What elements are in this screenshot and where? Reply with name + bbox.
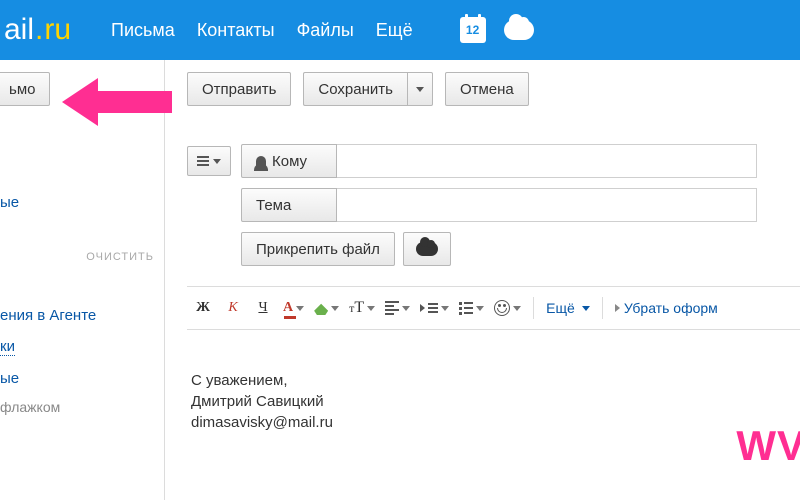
- save-button[interactable]: Сохранить: [303, 72, 407, 106]
- cancel-button[interactable]: Отмена: [445, 72, 529, 106]
- to-field-button[interactable]: Кому: [241, 144, 337, 178]
- compose-button[interactable]: ьмо: [0, 72, 50, 106]
- subject-input[interactable]: [337, 188, 757, 222]
- compose-menu-button[interactable]: [187, 146, 231, 176]
- chevron-down-icon: [582, 306, 590, 311]
- highlight-button[interactable]: [310, 295, 343, 321]
- cloud-icon: [416, 242, 438, 256]
- font-size-button[interactable]: тТ: [345, 295, 379, 321]
- chevron-down-icon: [513, 306, 521, 311]
- list-button[interactable]: [455, 295, 488, 321]
- chevron-down-icon: [296, 306, 304, 311]
- logo-text-left: ail: [4, 13, 34, 47]
- top-nav: Письма Контакты Файлы Ещё 12: [111, 17, 534, 43]
- indent-button[interactable]: [416, 295, 453, 321]
- sidebar-link-plain[interactable]: ые: [0, 370, 156, 387]
- to-label: Кому: [272, 153, 307, 170]
- toolbar-separator: [602, 297, 603, 319]
- signature-line-2: Дмитрий Савицкий: [191, 391, 796, 412]
- subject-label: Тема: [256, 197, 291, 214]
- underline-button[interactable]: Ч: [249, 295, 277, 321]
- logo-text-right: ru: [44, 13, 71, 47]
- smiley-icon: [494, 300, 510, 316]
- to-input[interactable]: [337, 144, 757, 178]
- sidebar: ьмо ые очистить ения в Агенте ки ые флаж…: [0, 60, 165, 500]
- attach-file-button[interactable]: Прикрепить файл: [241, 232, 395, 266]
- compose-area: Отправить Сохранить Отмена Кому: [165, 60, 800, 500]
- chevron-down-icon: [331, 306, 339, 311]
- send-button[interactable]: Отправить: [187, 72, 291, 106]
- hamburger-icon: [197, 156, 209, 166]
- nav-contacts[interactable]: Контакты: [197, 20, 275, 41]
- save-dropdown-button[interactable]: [407, 72, 433, 106]
- chevron-down-icon: [441, 306, 449, 311]
- align-button[interactable]: [381, 295, 414, 321]
- triangle-right-icon: [615, 304, 620, 312]
- cloud-icon[interactable]: [504, 20, 534, 40]
- top-bar: ail.ru Письма Контакты Файлы Ещё 12: [0, 0, 800, 60]
- clear-link[interactable]: очистить: [0, 251, 154, 263]
- align-left-icon: [385, 301, 399, 315]
- remove-format-button[interactable]: Убрать оформ: [611, 295, 722, 321]
- nav-files[interactable]: Файлы: [297, 20, 354, 41]
- toolbar-separator: [533, 297, 534, 319]
- sidebar-flag-text: флажком: [0, 399, 156, 415]
- bold-button[interactable]: Ж: [189, 295, 217, 321]
- sidebar-link-1[interactable]: ые: [0, 194, 156, 211]
- toolbar-more-button[interactable]: Ещё: [542, 295, 594, 321]
- watermark: WV: [736, 422, 800, 470]
- annotation-arrow: [62, 78, 172, 124]
- emoji-button[interactable]: [490, 295, 525, 321]
- person-icon: [256, 156, 266, 166]
- sidebar-link-dotted[interactable]: ки: [0, 338, 15, 356]
- attach-cloud-button[interactable]: [403, 232, 451, 266]
- nav-more[interactable]: Ещё: [376, 20, 413, 41]
- chevron-down-icon: [213, 159, 221, 164]
- italic-button[interactable]: К: [219, 295, 247, 321]
- signature-line-3: dimasavisky@mail.ru: [191, 412, 796, 433]
- message-body[interactable]: С уважением, Дмитрий Савицкий dimasavisk…: [187, 330, 800, 433]
- sidebar-link-agent[interactable]: ения в Агенте: [0, 307, 156, 324]
- chevron-down-icon: [402, 306, 410, 311]
- chevron-down-icon: [416, 87, 424, 92]
- save-split-button: Сохранить: [303, 72, 433, 106]
- chevron-down-icon: [367, 306, 375, 311]
- action-row: Отправить Сохранить Отмена: [187, 72, 800, 106]
- nav-mail[interactable]: Письма: [111, 20, 175, 41]
- logo[interactable]: ail.ru: [4, 13, 71, 47]
- indent-icon: [420, 303, 438, 313]
- subject-field-button[interactable]: Тема: [241, 188, 337, 222]
- nav-icons: 12: [460, 17, 534, 43]
- font-color-button[interactable]: А: [279, 295, 308, 321]
- signature-line-1: С уважением,: [191, 370, 796, 391]
- calendar-icon[interactable]: 12: [460, 17, 486, 43]
- list-icon: [459, 302, 473, 315]
- logo-dot: .: [35, 13, 43, 47]
- editor-toolbar: Ж К Ч А тТ Ещё Убрать оформ: [187, 286, 800, 330]
- chevron-down-icon: [476, 306, 484, 311]
